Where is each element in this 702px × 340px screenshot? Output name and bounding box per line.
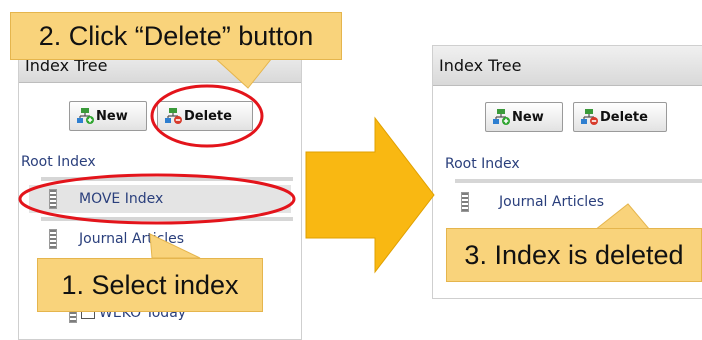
root-index-link[interactable]: Root Index	[21, 154, 96, 170]
new-index-icon	[492, 108, 510, 126]
tree-item-label: Journal Articles	[79, 231, 185, 247]
delete-button-label: Delete	[184, 108, 232, 124]
drag-handle-icon[interactable]	[49, 229, 57, 249]
tree-separator	[41, 217, 293, 221]
delete-button[interactable]: Delete	[573, 102, 667, 132]
panel-title: Index Tree	[433, 46, 702, 86]
drag-handle-icon[interactable]	[461, 192, 469, 212]
new-index-icon	[76, 107, 94, 125]
new-button[interactable]: New	[485, 102, 563, 132]
new-button[interactable]: New	[69, 101, 147, 131]
tree-item-label: Journal Articles	[499, 194, 605, 210]
callout-step-3: 3. Index is deleted	[446, 228, 702, 282]
callout-step-1: 1. Select index	[37, 258, 263, 312]
tree-item-journal-articles[interactable]: Journal Articles	[441, 188, 702, 216]
delete-button[interactable]: Delete	[157, 101, 253, 131]
arrow-right-icon	[305, 116, 435, 274]
callout-step-2: 2. Click “Delete” button	[10, 12, 342, 60]
delete-index-icon	[164, 107, 182, 125]
new-button-label: New	[512, 109, 544, 125]
tree-separator	[455, 179, 702, 183]
tree-item-journal-articles[interactable]: Journal Articles	[29, 225, 291, 253]
tree-item-move-index[interactable]: MOVE Index	[29, 185, 291, 213]
tree-item-label: MOVE Index	[79, 191, 164, 207]
delete-button-label: Delete	[600, 109, 648, 125]
drag-handle-icon[interactable]	[49, 189, 57, 209]
tree-separator	[41, 177, 293, 181]
new-button-label: New	[96, 108, 128, 124]
delete-index-icon	[580, 108, 598, 126]
root-index-link[interactable]: Root Index	[445, 156, 520, 172]
